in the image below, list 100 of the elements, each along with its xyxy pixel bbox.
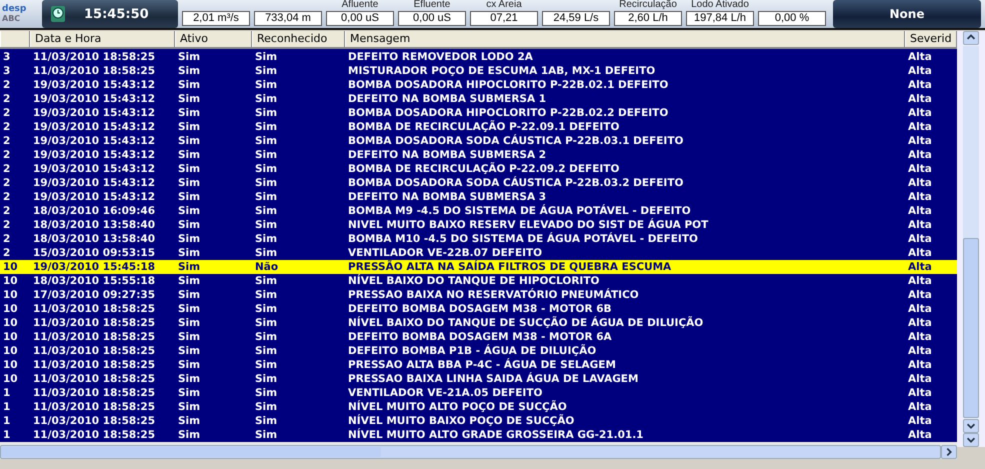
alarm-row[interactable]: 2 19/03/2010 15:43:12 Sim Sim BOMBA DOSADORA HIPOCLORITO P-22B.02.2 DEFEITO Alta <box>0 106 957 120</box>
table-cell-text: 2 <box>2 176 12 190</box>
table-cell-text: Sim <box>254 372 278 386</box>
alarm-row[interactable]: 10 11/03/2010 18:58:25 Sim Sim DEFEITO BOMBA P1B - ÁGUA DE DILUIÇÃO Alta <box>0 344 957 358</box>
alarm-row[interactable]: 10 19/03/2010 15:45:18 Sim Não PRESSÃO ALTA NA SAÍDA FILTROS DE QUEBRA ESCUMA Alta <box>0 260 957 274</box>
readout-label: cx Areia <box>486 0 522 11</box>
readout-value: 07,21 <box>470 11 538 26</box>
scroll-down-button[interactable] <box>963 419 979 433</box>
table-cell-text: 2 <box>2 78 12 92</box>
column-header[interactable]: Mensagem <box>345 31 905 47</box>
horizontal-scrollbar[interactable] <box>0 442 957 459</box>
table-cell-text: Alta <box>907 106 933 120</box>
alarm-row[interactable]: 2 19/03/2010 15:43:12 Sim Sim BOMBA DE RECIRCULAÇÃO P-22.09.1 DEFEITO Alta <box>0 120 957 134</box>
alarm-row[interactable]: 2 18/03/2010 13:58:40 Sim Sim BOMBA M10 -4.5 DO SISTEMA DE ÁGUA POTÁVEL - DEFEITO Alta <box>0 232 957 246</box>
table-cell-text: NÍVEL BAIXO DO TANQUE DE HIPOCLORITO <box>347 274 600 288</box>
alarm-row[interactable]: 10 11/03/2010 18:58:25 Sim Sim DEFEITO BOMBA DOSAGEM M38 - MOTOR 6A Alta <box>0 330 957 344</box>
table-cell-text: BOMBA DE RECIRCULAÇÃO P-22.09.1 DEFEITO <box>347 120 620 134</box>
alarm-row[interactable]: 3 11/03/2010 18:58:25 Sim Sim MISTURADOR POÇO DE ESCUMA 1AB, MX-1 DEFEITO Alta <box>0 64 957 78</box>
scroll-down-button[interactable] <box>963 433 979 447</box>
table-cell-text: Alta <box>907 414 933 428</box>
table-cell-text: 19/03/2010 15:43:12 <box>32 176 156 190</box>
table-cell-text: 1 <box>2 400 12 414</box>
table-cell-text: Sim <box>254 302 278 316</box>
table-cell-text: Alta <box>907 344 933 358</box>
alarm-row[interactable]: 1 11/03/2010 18:58:25 Sim Sim NÍVEL MUITO ALTO POÇO DE SUCÇÃO Alta <box>0 400 957 414</box>
alarm-row[interactable]: 2 18/03/2010 13:58:40 Sim Sim NIVEL MUITO BAIXO RESERV ELEVADO DO SIST DE ÁGUA POT Alta <box>0 218 957 232</box>
table-cell-text: 18/03/2010 13:58:40 <box>32 218 156 232</box>
table-cell-text: Sim <box>177 428 202 442</box>
table-cell-text: Alta <box>907 246 933 260</box>
table-cell-text: Sim <box>177 176 202 190</box>
alarm-row[interactable]: 1 11/03/2010 18:58:25 Sim Sim VENTILADOR VE-21A.05 DEFEITO Alta <box>0 386 957 400</box>
table-cell-text: 1 <box>2 428 12 442</box>
table-cell-text: 2 <box>2 246 12 260</box>
table-cell-text: Alta <box>907 148 933 162</box>
alarm-row[interactable]: 2 18/03/2010 16:09:46 Sim Sim BOMBA M9 -4.5 DO SISTEMA DE ÁGUA POTÁVEL - DEFEITO Alta <box>0 204 957 218</box>
alarm-row[interactable]: 10 11/03/2010 18:58:25 Sim Sim PRESSAO ALTA BBA P-4C - ÁGUA DE SELAGEM Alta <box>0 358 957 372</box>
table-cell-text: 11/03/2010 18:58:25 <box>32 302 156 316</box>
table-cell-text: 11/03/2010 18:58:25 <box>32 330 156 344</box>
alarm-row[interactable]: 2 19/03/2010 15:43:12 Sim Sim BOMBA DOSADORA SODA CÁUSTICA P-22B.03.2 DEFEITO Alta <box>0 176 957 190</box>
alarm-row[interactable]: 2 19/03/2010 15:43:12 Sim Sim DEFEITO NA BOMBA SUBMERSA 2 Alta <box>0 148 957 162</box>
table-cell-text: Alta <box>907 50 933 64</box>
scroll-thumb[interactable] <box>963 238 979 418</box>
alarm-row[interactable]: 10 17/03/2010 09:27:35 Sim Sim PRESSAO BAIXA NO RESERVATÓRIO PNEUMÁTICO Alta <box>0 288 957 302</box>
table-cell-text: Sim <box>177 190 202 204</box>
table-cell-text: Sim <box>254 386 278 400</box>
table-cell-text: 17/03/2010 09:27:35 <box>32 288 156 302</box>
alarm-row[interactable]: 10 11/03/2010 18:58:25 Sim Sim NÍVEL BAIXO DO TANQUE DE SUCÇÃO DE ÁGUA DE DILUIÇÃO Alta <box>0 316 957 330</box>
column-header[interactable] <box>0 31 30 47</box>
table-cell-text: Sim <box>254 162 278 176</box>
table-cell-text: 19/03/2010 15:43:12 <box>32 120 156 134</box>
table-cell-text: Alta <box>907 372 933 386</box>
scroll-right-button[interactable] <box>941 445 957 459</box>
table-cell-text: 11/03/2010 18:58:25 <box>32 372 156 386</box>
column-header[interactable]: Data e Hora <box>30 31 175 47</box>
column-header[interactable]: Ativo <box>175 31 252 47</box>
table-cell-text: 1 <box>2 414 12 428</box>
alarm-row[interactable]: 3 11/03/2010 18:58:25 Sim Sim DEFEITO REMOVEDOR LODO 2A Alta <box>0 50 957 64</box>
table-cell-text: 2 <box>2 190 12 204</box>
table-cell-text: BOMBA M10 -4.5 DO SISTEMA DE ÁGUA POTÁVEL - DEFEITO <box>347 232 699 246</box>
table-cell-text: DEFEITO NA BOMBA SUBMERSA 2 <box>347 148 548 162</box>
table-cell-text: Alta <box>907 120 933 134</box>
readout-label: Efluente <box>414 0 450 11</box>
alarm-row[interactable]: 2 19/03/2010 15:43:12 Sim Sim BOMBA DOSADORA HIPOCLORITO P-22B.02.1 DEFEITO Alta <box>0 78 957 92</box>
alarm-row[interactable]: 2 19/03/2010 15:43:12 Sim Sim DEFEITO NA BOMBA SUBMERSA 3 Alta <box>0 190 957 204</box>
scroll-thumb[interactable] <box>1 447 381 457</box>
logo-subtitle: ABC <box>2 14 22 23</box>
table-cell-text: Alta <box>907 162 933 176</box>
column-header[interactable]: Reconhecido <box>252 31 345 47</box>
table-cell-text: 11/03/2010 18:58:25 <box>32 414 156 428</box>
vertical-scrollbar[interactable] <box>957 31 985 447</box>
table-cell-text: NIVEL MUITO BAIXO RESERV ELEVADO DO SIST DE ÁGUA POT <box>347 218 710 232</box>
table-cell-text: 11/03/2010 18:58:25 <box>32 400 156 414</box>
alarm-row[interactable]: 2 19/03/2010 15:43:12 Sim Sim DEFEITO NA BOMBA SUBMERSA 1 Alta <box>0 92 957 106</box>
table-cell-text: 10 <box>2 358 19 372</box>
alarm-row[interactable]: 2 19/03/2010 15:43:12 Sim Sim BOMBA DE RECIRCULAÇÃO P-22.09.2 DEFEITO Alta <box>0 162 957 176</box>
table-cell-text: Sim <box>177 288 202 302</box>
alarm-row[interactable]: 10 11/03/2010 18:58:25 Sim Sim DEFEITO BOMBA DOSAGEM M38 - MOTOR 6B Alta <box>0 302 957 316</box>
table-cell-text: Alta <box>907 64 933 78</box>
table-cell-text: 2 <box>2 148 12 162</box>
table-cell-text: Sim <box>177 218 202 232</box>
readout-label: Recirculação <box>619 0 677 11</box>
table-cell-text: 10 <box>2 330 19 344</box>
alarm-row[interactable]: 2 15/03/2010 09:53:15 Sim Sim VENTILADOR VE-22B.07 DEFEITO Alta <box>0 246 957 260</box>
table-cell-text: Sim <box>177 120 202 134</box>
table-cell-text: DEFEITO NA BOMBA SUBMERSA 1 <box>347 92 548 106</box>
table-cell-text: 11/03/2010 18:58:25 <box>32 386 156 400</box>
table-cell-text: 3 <box>2 64 12 78</box>
table-cell-text: Alta <box>907 134 933 148</box>
scroll-up-button[interactable] <box>963 31 979 45</box>
alarm-row[interactable]: 2 19/03/2010 15:43:12 Sim Sim BOMBA DOSADORA SODA CÁUSTICA P-22B.03.1 DEFEITO Alta <box>0 134 957 148</box>
table-cell-text: VENTILADOR VE-22B.07 DEFEITO <box>347 246 544 260</box>
table-cell-text: 10 <box>2 372 19 386</box>
table-cell-text: Sim <box>177 134 202 148</box>
table-cell-text: Sim <box>177 316 202 330</box>
table-cell-text: Sim <box>177 232 202 246</box>
alarm-row[interactable]: 1 11/03/2010 18:58:25 Sim Sim NÍVEL MUITO ALTO GRADE GROSSEIRA GG-21.01.1 Alta <box>0 428 957 442</box>
alarm-row[interactable]: 10 18/03/2010 15:55:18 Sim Sim NÍVEL BAIXO DO TANQUE DE HIPOCLORITO Alta <box>0 274 957 288</box>
table-cell-text: Sim <box>177 400 202 414</box>
alarm-row[interactable]: 1 11/03/2010 18:58:25 Sim Sim NÍVEL MUITO BAIXO POÇO DE SUCÇÃO Alta <box>0 414 957 428</box>
alarm-row[interactable]: 10 11/03/2010 18:58:25 Sim Sim PRESSAO BAIXA LINHA SAIDA ÁGUA DE LAVAGEM Alta <box>0 372 957 386</box>
